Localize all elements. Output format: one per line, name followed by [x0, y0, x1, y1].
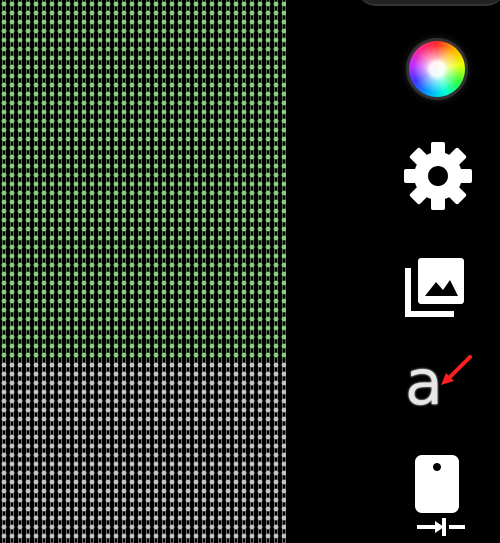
gear-icon — [404, 142, 472, 210]
font-arrow-icon: a — [400, 346, 476, 428]
green-dot-pattern — [0, 0, 286, 361]
gallery-icon — [405, 258, 464, 317]
device-transfer-icon — [415, 455, 465, 536]
color-wheel-button[interactable] — [405, 37, 469, 101]
red-arrow-icon — [441, 355, 472, 385]
device-button[interactable] — [405, 454, 469, 543]
color-wheel-icon — [409, 41, 465, 97]
gallery-button[interactable] — [400, 250, 472, 322]
settings-button[interactable] — [402, 140, 474, 212]
font-button[interactable]: a — [400, 346, 476, 428]
gray-dot-pattern — [0, 361, 286, 543]
top-edge-control — [356, 0, 500, 6]
